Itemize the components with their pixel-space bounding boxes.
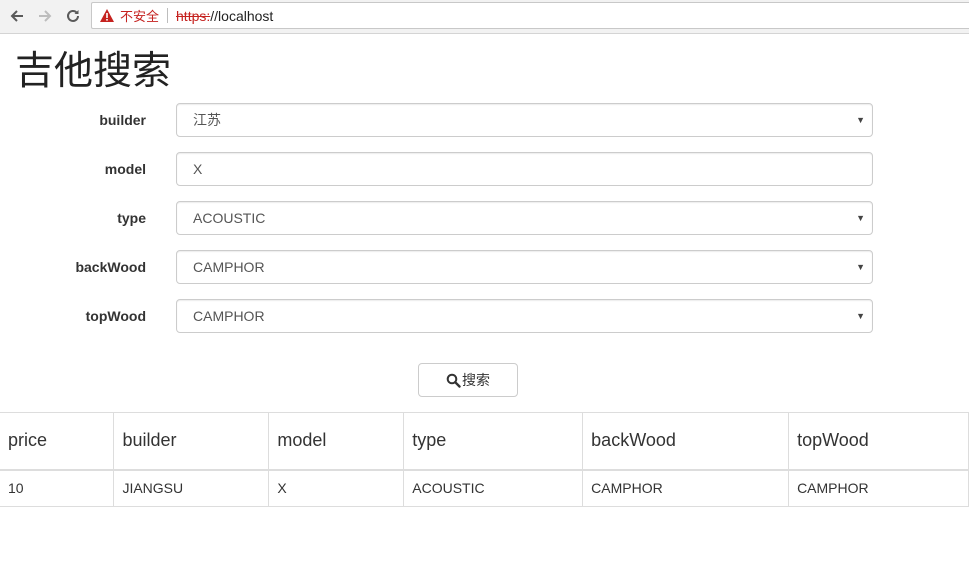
cell-type: ACOUSTIC [403, 469, 584, 507]
column-header-topwood: topWood [788, 412, 969, 471]
cell-builder: JIANGSU [113, 469, 270, 507]
forward-button[interactable] [34, 5, 56, 27]
cell-topwood: CAMPHOR [788, 469, 969, 507]
model-label: model [104, 161, 146, 177]
caret-down-icon: ▼ [856, 262, 865, 272]
column-header-builder: builder [113, 412, 270, 471]
model-input-value: X [193, 161, 203, 177]
backwood-label: backWood [75, 259, 146, 275]
caret-down-icon: ▼ [856, 115, 865, 125]
topwood-select[interactable]: CAMPHOR ▼ [176, 299, 873, 333]
address-separator [167, 8, 169, 23]
results-table: price builder model type backWood topWoo… [0, 412, 969, 507]
reload-button[interactable] [62, 5, 84, 27]
arrow-left-icon [10, 10, 23, 22]
arrow-right-icon [39, 10, 52, 22]
page-title: 吉他搜索 [15, 50, 172, 93]
cell-model: X [268, 469, 405, 507]
builder-select[interactable]: 江苏 ▼ [176, 103, 873, 137]
model-input[interactable]: X [176, 152, 873, 186]
column-header-type: type [403, 412, 584, 471]
cell-backwood: CAMPHOR [582, 469, 790, 507]
url-scheme: https: [176, 7, 211, 24]
column-header-backwood: backWood [582, 412, 790, 471]
topwood-row: topWood CAMPHOR ▼ [0, 299, 969, 333]
back-button[interactable] [6, 5, 28, 27]
table-header-row: price builder model type backWood topWoo… [0, 412, 969, 471]
topwood-label: topWood [85, 308, 146, 324]
caret-down-icon: ▼ [856, 213, 865, 223]
builder-select-value: 江苏 [193, 112, 221, 128]
model-row: model X [0, 152, 969, 186]
address-bar[interactable]: 不安全 https: //localhost [91, 2, 969, 29]
search-icon [446, 373, 461, 388]
search-button[interactable]: 搜索 [418, 363, 518, 397]
builder-label: builder [99, 112, 146, 128]
browser-toolbar: 不安全 https: //localhost [0, 0, 969, 34]
column-header-model: model [268, 412, 405, 471]
type-row: type ACOUSTIC ▼ [0, 201, 969, 235]
search-button-label: 搜索 [462, 372, 490, 388]
type-label: type [117, 210, 146, 226]
url-host: //localhost [210, 7, 274, 24]
table-row: 10 JIANGSU X ACOUSTIC CAMPHOR CAMPHOR [0, 469, 969, 507]
column-header-price: price [0, 412, 115, 471]
reload-icon [67, 9, 79, 22]
backwood-row: backWood CAMPHOR ▼ [0, 250, 969, 284]
type-select-value: ACOUSTIC [193, 210, 266, 226]
backwood-select[interactable]: CAMPHOR ▼ [176, 250, 873, 284]
cell-price: 10 [0, 469, 115, 507]
builder-row: builder 江苏 ▼ [0, 103, 969, 137]
security-status[interactable]: 不安全 [120, 6, 159, 25]
topwood-select-value: CAMPHOR [193, 308, 265, 324]
backwood-select-value: CAMPHOR [193, 259, 265, 275]
caret-down-icon: ▼ [856, 311, 865, 321]
type-select[interactable]: ACOUSTIC ▼ [176, 201, 873, 235]
warning-icon[interactable] [100, 9, 114, 22]
